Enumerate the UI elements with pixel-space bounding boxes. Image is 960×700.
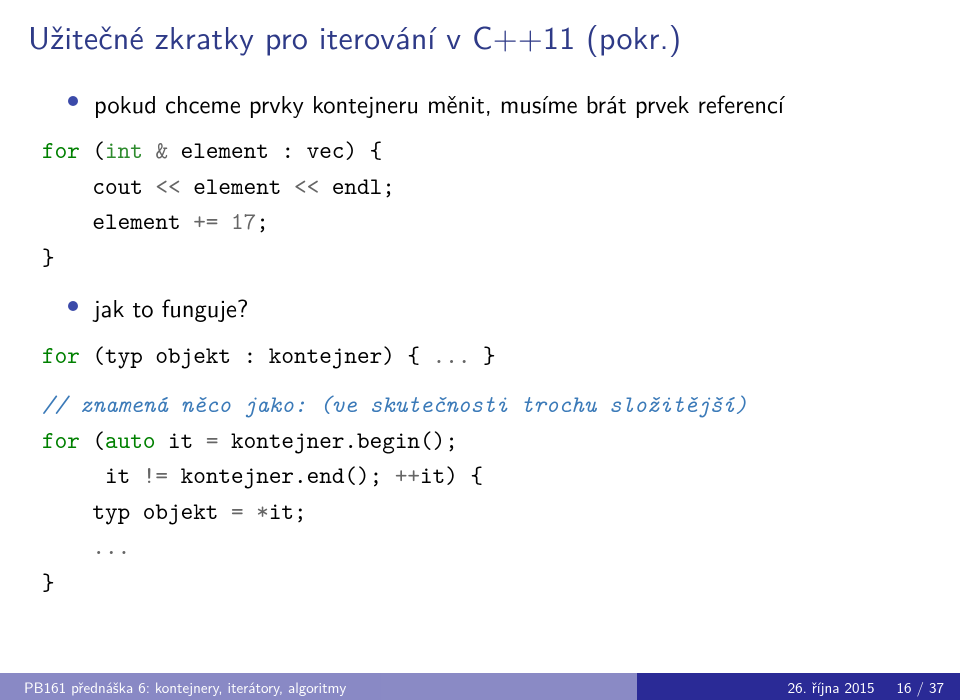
tok: (: [80, 424, 105, 456]
tok: [143, 134, 156, 166]
footer-left: PB161 přednáška 6: kontejnery, iterátory…: [0, 673, 387, 700]
tok: it: [42, 459, 143, 491]
tok: }: [470, 339, 495, 371]
op-star: *: [256, 495, 269, 527]
tok: it;: [269, 495, 307, 527]
tok: (: [80, 134, 105, 166]
op-pp: ++: [395, 459, 420, 491]
tok: [218, 205, 231, 237]
lit-17: 17: [231, 205, 256, 237]
tok: it) {: [420, 459, 483, 491]
bullet-1: pokud chceme prvky kontejneru měnit, mus…: [68, 85, 918, 121]
footer-lecture-title: PB161 přednáška 6: kontejnery, iterátory…: [24, 676, 346, 698]
tok: endl;: [319, 170, 395, 202]
tok: [244, 495, 257, 527]
tok: typ objekt: [42, 495, 231, 527]
op-amp: &: [155, 134, 168, 166]
kw-for2: for: [42, 339, 80, 371]
slide: Užitečné zkratky pro iterování v C++11 (…: [0, 0, 960, 700]
op-ell: ...: [433, 339, 471, 371]
tok: it: [155, 424, 205, 456]
kw-for: for: [42, 134, 80, 166]
op-ll: <<: [155, 170, 180, 202]
footer-date: 26. října 2015: [788, 676, 875, 698]
kw-auto: auto: [105, 424, 155, 456]
tok: element: [42, 205, 193, 237]
slide-content: pokud chceme prvky kontejneru měnit, mus…: [0, 59, 960, 600]
op-ll2: <<: [294, 170, 319, 202]
op-pe: +=: [193, 205, 218, 237]
kw-for3: for: [42, 424, 80, 456]
bullet-1-text: pokud chceme prvky kontejneru měnit, mus…: [94, 85, 784, 121]
bullet-2: jak to funguje?: [68, 289, 918, 325]
op-eq: =: [206, 424, 219, 456]
tok: (typ objekt : kontejner) {: [80, 339, 433, 371]
tok: kontejner.end();: [168, 459, 395, 491]
slide-title: Užitečné zkratky pro iterování v C++11 (…: [0, 0, 960, 59]
tok: kontejner.begin();: [218, 424, 457, 456]
typ-int: int: [105, 134, 143, 166]
tok: cout: [42, 170, 155, 202]
tok: ;: [256, 205, 269, 237]
code-block-2: for (typ objekt : kontejner) { ... }: [42, 338, 918, 374]
op-eq2: =: [231, 495, 244, 527]
tok: }: [42, 241, 55, 273]
tok: element : vec) {: [168, 134, 382, 166]
footer-right: 26. října 2015 16 / 37: [637, 673, 960, 700]
comment-line: // znamená něco jako: (ve skutečnosti tr…: [42, 388, 748, 420]
op-ne: !=: [143, 459, 168, 491]
bullet-2-text: jak to funguje?: [94, 289, 248, 325]
footer-page: 16 / 37: [897, 676, 945, 698]
tok: }: [42, 566, 55, 598]
tok: element: [181, 170, 294, 202]
tok: [42, 530, 92, 562]
footer-mid: [387, 673, 637, 700]
code-block-1: for (int & element : vec) { cout << elem…: [42, 133, 918, 275]
footer: PB161 přednáška 6: kontejnery, iterátory…: [0, 673, 960, 700]
op-ell2: ...: [92, 530, 130, 562]
code-block-3: // znamená něco jako: (ve skutečnosti tr…: [42, 387, 918, 600]
